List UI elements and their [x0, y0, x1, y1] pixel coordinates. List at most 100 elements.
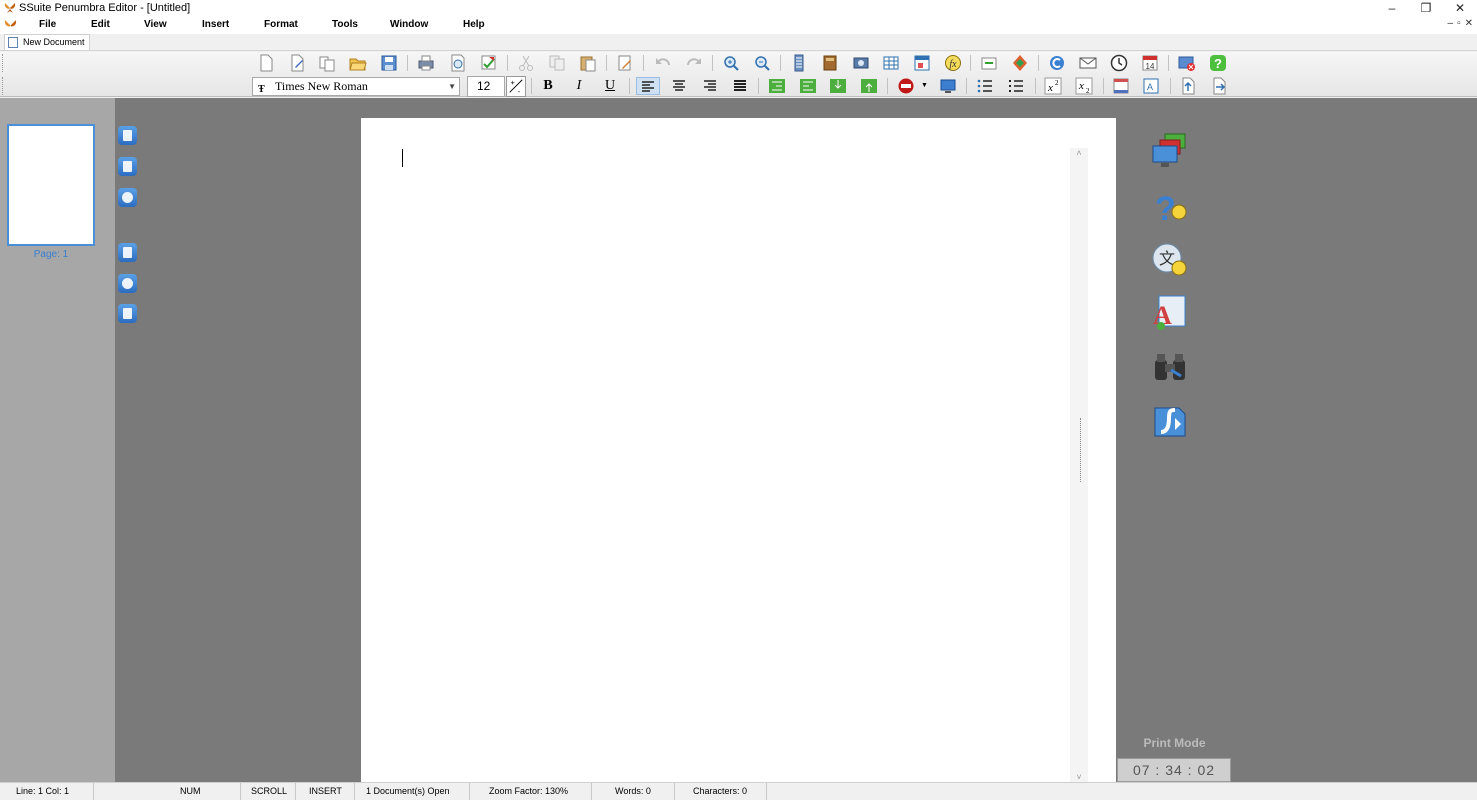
edit-document-icon[interactable] [288, 54, 306, 72]
vertical-scrollbar[interactable]: ˄ ˅ [1070, 148, 1088, 782]
new-document-icon[interactable] [257, 54, 275, 72]
special-character-icon[interactable] [1151, 402, 1189, 440]
page-thumbnail[interactable] [7, 124, 95, 246]
print-preview-icon[interactable] [449, 54, 467, 72]
restore-button[interactable]: ❐ [1409, 0, 1443, 17]
toolbar-separator [1168, 55, 1169, 71]
text-box-icon[interactable]: A [1142, 77, 1160, 95]
paste-icon[interactable] [579, 54, 597, 72]
format-painter-icon[interactable] [616, 54, 634, 72]
align-left-button[interactable] [636, 77, 660, 95]
numbered-list-icon[interactable] [976, 77, 994, 95]
underline-button[interactable]: U [601, 77, 619, 95]
history-clock-icon[interactable] [118, 188, 137, 207]
menu-file[interactable]: File [39, 19, 56, 30]
toolbar-separator [629, 78, 630, 94]
font-size-input[interactable]: 12 [467, 76, 505, 97]
help-question-icon[interactable]: ? [1151, 188, 1189, 226]
font-family-select[interactable]: Ŧ Times New Roman ▼ [252, 77, 460, 96]
zoom-out-icon[interactable] [753, 54, 771, 72]
page-down-icon[interactable] [1210, 77, 1228, 95]
page-thumbnail-label: Page: 1 [33, 249, 69, 260]
page-setup-icon[interactable] [790, 54, 808, 72]
open-folder-icon[interactable] [349, 54, 367, 72]
close-button[interactable]: ✕ [1443, 0, 1477, 17]
space-before-icon[interactable] [829, 77, 847, 95]
copy-icon[interactable] [548, 54, 566, 72]
superscript-icon[interactable]: x2 [1044, 77, 1062, 95]
art-text-icon[interactable]: A [1151, 294, 1189, 332]
minimize-button[interactable]: – [1375, 0, 1409, 17]
mdi-minimize-button[interactable]: – [1448, 18, 1454, 29]
toolbar-grip[interactable] [2, 77, 5, 95]
close-document-icon[interactable] [1178, 54, 1196, 72]
insert-image-icon[interactable] [852, 54, 870, 72]
web-link-icon[interactable] [1048, 54, 1066, 72]
svg-text:14: 14 [1146, 62, 1155, 71]
italic-button[interactable]: I [570, 77, 588, 95]
document-tab-bar: New Document [0, 34, 1477, 51]
menu-format[interactable]: Format [264, 19, 298, 30]
outdent-icon[interactable] [799, 77, 817, 95]
document-page[interactable]: ˄ ˅ [361, 118, 1116, 782]
toolbar-separator [887, 78, 888, 94]
mdi-restore-button[interactable]: ▫ [1457, 18, 1461, 29]
menu-view[interactable]: View [144, 19, 167, 30]
binoculars-find-icon[interactable] [1151, 348, 1189, 386]
menu-window[interactable]: Window [390, 19, 428, 30]
butterfly-menu-icon[interactable] [4, 19, 17, 32]
thumbnail-pane: Page: 1 [0, 98, 115, 782]
bulleted-list-icon[interactable] [1007, 77, 1025, 95]
clock-icon[interactable] [1110, 54, 1128, 72]
insert-date-icon[interactable] [980, 54, 998, 72]
zoom-in-icon[interactable] [722, 54, 740, 72]
redo-icon[interactable] [685, 54, 703, 72]
font-size-spinner[interactable]: + - [506, 76, 526, 97]
menu-help[interactable]: Help [463, 19, 485, 30]
insert-table-icon[interactable] [882, 54, 900, 72]
print-icon[interactable] [417, 54, 435, 72]
status-line-col: Line: 1 Col: 1 [12, 783, 94, 800]
subscript-icon[interactable]: x2 [1075, 77, 1093, 95]
translate-icon[interactable]: 文 [1151, 240, 1189, 278]
pane-splitter[interactable] [1080, 418, 1082, 482]
save-icon[interactable] [380, 54, 398, 72]
comment-icon[interactable] [118, 157, 137, 176]
new-window-icon[interactable] [318, 54, 336, 72]
print-icon[interactable] [118, 243, 137, 262]
scroll-up-icon[interactable]: ˄ [1070, 148, 1088, 158]
windows-cascade-icon[interactable] [1151, 132, 1189, 170]
page-up-icon[interactable] [1179, 77, 1197, 95]
header-footer-icon[interactable] [1112, 77, 1130, 95]
tab-new-document[interactable]: New Document [4, 34, 90, 50]
justify-button[interactable] [731, 77, 749, 95]
menu-tools[interactable]: Tools [332, 19, 358, 30]
align-center-button[interactable] [670, 77, 688, 95]
cut-icon[interactable] [517, 54, 535, 72]
function-icon[interactable]: fx [944, 54, 962, 72]
bold-button[interactable]: B [539, 77, 557, 95]
menu-edit[interactable]: Edit [91, 19, 110, 30]
scroll-down-icon[interactable]: ˅ [1070, 772, 1088, 782]
insert-object-icon[interactable] [913, 54, 931, 72]
help-icon[interactable]: ? [1209, 54, 1227, 72]
screen-color-icon[interactable] [939, 77, 957, 95]
menu-insert[interactable]: Insert [202, 19, 229, 30]
color-icon[interactable] [1011, 54, 1029, 72]
film-icon[interactable] [118, 304, 137, 323]
highlight-dropdown-icon[interactable]: ▼ [921, 77, 931, 95]
undo-icon[interactable] [654, 54, 672, 72]
svg-text:x: x [1078, 80, 1084, 92]
book-icon[interactable] [821, 54, 839, 72]
document-icon[interactable] [118, 126, 137, 145]
spell-check-icon[interactable] [480, 54, 498, 72]
space-after-icon[interactable] [860, 77, 878, 95]
indent-icon[interactable] [768, 77, 786, 95]
calendar-icon[interactable]: 14 [1141, 54, 1159, 72]
align-right-button[interactable] [701, 77, 719, 95]
mdi-close-button[interactable]: ✕ [1465, 18, 1473, 29]
highlight-color-icon[interactable] [897, 77, 915, 95]
toolbar-grip[interactable] [2, 54, 5, 72]
email-icon[interactable] [1079, 54, 1097, 72]
globe-icon[interactable] [118, 274, 137, 293]
